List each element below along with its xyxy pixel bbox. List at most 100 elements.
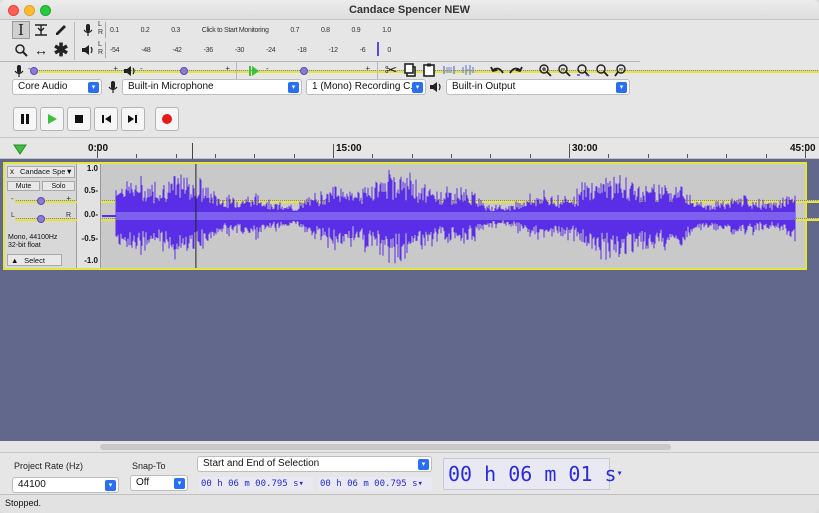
slider-thumb[interactable] [37, 197, 45, 205]
window-title: Candace Spencer NEW [348, 4, 471, 16]
skip-start-icon [102, 115, 111, 123]
slider-thumb[interactable] [30, 67, 38, 75]
trim-button[interactable] [440, 61, 458, 79]
waveform[interactable] [102, 164, 804, 268]
track-panel[interactable]: x Candace Spe▼ Mute Solo - + L R Mono, 4… [0, 159, 819, 443]
playback-volume-slider[interactable]: - + [138, 64, 819, 78]
slider-thumb[interactable] [180, 67, 188, 75]
timeline-options-icon[interactable] [12, 142, 28, 156]
track-name-menu[interactable]: x Candace Spe▼ [7, 166, 75, 178]
snap-to-select[interactable]: Off ▾ [130, 475, 188, 491]
chevron-down-icon: ▾ [288, 82, 299, 93]
record-meter-button[interactable] [79, 21, 97, 39]
collapse-track-icon[interactable]: ▲ [11, 255, 18, 266]
amplitude-label: 1.0 [86, 164, 98, 173]
meter-tick-label: 0.3 [171, 26, 181, 34]
chevron-down-icon: ▾ [105, 480, 116, 491]
paste-button[interactable] [420, 61, 438, 79]
chevron-down-icon: ▾ [88, 82, 99, 93]
slider-thumb[interactable] [37, 215, 45, 223]
slider-thumb[interactable] [299, 67, 308, 75]
time-format-caret-icon[interactable]: ▾ [418, 479, 423, 489]
undo-button[interactable] [488, 61, 506, 79]
project-rate-value: 44100 [18, 479, 46, 490]
meter-right-label: R [98, 29, 104, 36]
playback-meter-button[interactable] [79, 41, 97, 59]
meter-tick-label: Click to Start Monitoring [201, 26, 269, 34]
time-format-caret-icon[interactable]: ▾ [617, 468, 623, 479]
ruler-tick [451, 154, 452, 158]
horizontal-scrollbar[interactable] [100, 444, 671, 450]
stop-button[interactable] [67, 107, 91, 131]
track-control-panel: x Candace Spe▼ Mute Solo - + L R Mono, 4… [5, 164, 819, 268]
ruler-tick [608, 154, 610, 158]
scissors-icon: ✂ [384, 62, 398, 79]
ruler-label: 15:00 [336, 143, 362, 154]
envelope-tool-button[interactable] [32, 21, 50, 39]
track-select-button[interactable]: ▲ Select [7, 254, 62, 266]
draw-tool-button[interactable] [52, 21, 70, 39]
meter-tick-label: -36 [203, 46, 214, 54]
pause-button[interactable] [13, 107, 37, 131]
recording-device-select[interactable]: Built-in Microphone ▾ [122, 79, 302, 95]
record-meter[interactable]: 0.1 0.2 0.3 Click to Start Monitoring 0.7 0.8… [105, 22, 395, 38]
zoom-fit-icon [596, 64, 609, 77]
playback-meter[interactable]: -54 -48 -42 -36 -30 -24 -18 -12 -6 0 [105, 42, 395, 58]
playhead-marker[interactable] [191, 143, 193, 159]
close-track-icon[interactable]: x [10, 167, 14, 176]
toolbar-separator [74, 22, 75, 60]
skip-to-start-button[interactable] [94, 107, 118, 131]
ruler-tick [333, 144, 334, 158]
recording-channels-select[interactable]: 1 (Mono) Recording C... ▾ [306, 79, 426, 95]
ruler-tick [175, 154, 177, 158]
app-window: Candace Spencer NEW I ↔ ✱ LR 0.1 0.2 0.3 Cl… [0, 0, 819, 513]
time-format-caret-icon[interactable]: ▾ [299, 479, 304, 489]
play-icon [48, 114, 57, 124]
meter-left-label: L [98, 21, 102, 28]
mute-button[interactable]: Mute [7, 181, 40, 191]
zoom-tool-button[interactable] [12, 41, 30, 59]
ruler-label: 0:00 [88, 143, 109, 154]
microphone-icon [83, 24, 93, 36]
selection-start-time[interactable]: 00 h 06 m 00.795 s▾ [199, 477, 313, 491]
meter-left-label: L [98, 41, 102, 48]
cut-button[interactable]: ✂ [382, 61, 400, 79]
fit-selection-button[interactable] [574, 61, 592, 79]
fit-project-button[interactable] [593, 61, 611, 79]
project-rate-select[interactable]: 44100 ▾ [12, 477, 119, 493]
slider-min-label: - [11, 194, 14, 203]
copy-button[interactable] [401, 61, 419, 79]
selection-tool-button[interactable]: I [12, 21, 30, 39]
audio-position-display[interactable]: 00 h 06 m 01 s▾ [443, 458, 623, 490]
play-at-speed-button[interactable] [245, 62, 263, 80]
track-pan-slider[interactable]: L R [9, 212, 819, 226]
output-device-icon [427, 78, 445, 96]
selection-mode-select[interactable]: Start and End of Selection ▾ [197, 456, 432, 472]
zoom-in-button[interactable] [536, 61, 554, 79]
amplitude-label: 0.0- [84, 210, 98, 219]
slider-min-label: - [140, 64, 143, 73]
audio-track[interactable]: x Candace Spe▼ Mute Solo - + L R Mono, 4… [3, 162, 819, 270]
zoom-toggle-button[interactable] [612, 61, 630, 79]
recording-volume-slider[interactable]: - + [26, 64, 819, 78]
chevron-down-icon: ▾ [174, 478, 185, 489]
selection-end-time[interactable]: 00 h 06 m 00.795 s▾ [318, 477, 432, 491]
record-button[interactable] [155, 107, 179, 131]
redo-button[interactable] [507, 61, 525, 79]
zoom-out-button[interactable] [555, 61, 573, 79]
timeline-ruler[interactable]: 0:00 15:00 30:00 45:00 [0, 139, 819, 159]
ruler-tick [647, 154, 649, 158]
solo-button[interactable]: Solo [42, 181, 75, 191]
audio-host-select[interactable]: Core Audio ▾ [12, 79, 102, 95]
playback-device-select[interactable]: Built-in Output ▾ [446, 79, 630, 95]
envelope-icon [35, 24, 47, 36]
playback-speed-slider[interactable]: - + [264, 64, 819, 78]
multi-tool-button[interactable]: ✱ [52, 40, 70, 60]
skip-to-end-button[interactable] [121, 107, 145, 131]
play-button[interactable] [40, 107, 64, 131]
silence-button[interactable] [459, 61, 477, 79]
track-bitdepth-info: 32-bit float [8, 242, 41, 249]
time-shift-tool-button[interactable]: ↔ [32, 41, 50, 59]
ruler-tick [569, 144, 570, 158]
track-gain-slider[interactable]: - + [9, 194, 819, 208]
